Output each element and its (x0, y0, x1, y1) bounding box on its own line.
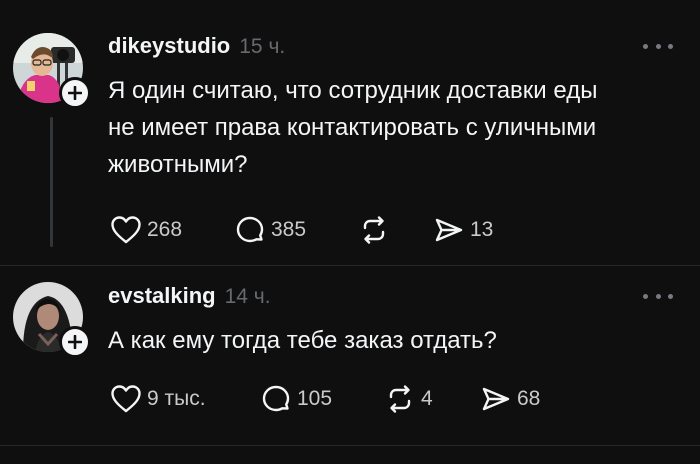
comments-count: 105 (297, 387, 333, 410)
more-options-button[interactable] (643, 36, 673, 56)
shares-count: 68 (517, 387, 541, 410)
avatar-container (13, 282, 91, 358)
username[interactable]: evstalking (108, 283, 216, 309)
repost-button[interactable] (358, 213, 395, 247)
more-dot (655, 43, 661, 49)
repost-icon (389, 385, 411, 413)
likes-count: 9 тыс. (147, 387, 206, 410)
follow-button[interactable] (59, 326, 91, 358)
username[interactable]: dikeystudio (108, 33, 230, 59)
send-icon (435, 218, 463, 242)
like-button[interactable]: 268 (110, 213, 182, 247)
post-text-line: А как ему тогда тебе заказ отдать? (108, 327, 497, 354)
thread-line (50, 117, 53, 247)
heart-icon (111, 385, 141, 413)
post-actions: 9 тыс. 105 4 68 (108, 382, 568, 416)
post-time[interactable]: 14 ч. (225, 285, 271, 309)
shares-count: 13 (470, 218, 494, 241)
send-icon (482, 387, 510, 411)
post-header: dikeystudio 15 ч. (108, 33, 285, 63)
likes-count: 268 (147, 218, 183, 241)
post-text: Я один считаю, что сотрудник доставки ед… (108, 72, 597, 183)
heart-icon (111, 216, 141, 244)
post-divider (0, 445, 700, 446)
post-time[interactable]: 15 ч. (239, 35, 285, 59)
follow-button[interactable] (59, 77, 91, 109)
post-text: А как ему тогда тебе заказ отдать? (108, 322, 497, 359)
repost-button[interactable]: 4 (384, 382, 433, 416)
post-text-line: не имеет права контактировать с уличными (108, 114, 597, 141)
share-button[interactable]: 13 (433, 213, 493, 247)
more-dot (643, 293, 648, 299)
plus-icon (68, 86, 82, 100)
post-evstalking: evstalking 14 ч. А как ему тогда тебе за… (0, 266, 700, 446)
post-dikeystudio: dikeystudio 15 ч. Я один считаю, что сот… (0, 0, 700, 270)
share-button[interactable]: 68 (480, 382, 540, 416)
more-dot (668, 43, 673, 49)
plus-icon (68, 335, 82, 349)
comment-bubble-icon (236, 216, 264, 243)
reposts-count: 4 (421, 387, 433, 410)
post-header: evstalking 14 ч. (108, 283, 271, 313)
avatar-container (13, 33, 91, 109)
more-options-button[interactable] (643, 286, 673, 306)
post-actions: 268 385 13 (108, 213, 528, 247)
comment-bubble-icon (262, 385, 290, 412)
comment-button[interactable]: 105 (260, 382, 332, 416)
repost-icon (363, 216, 385, 244)
more-dot (668, 293, 673, 299)
post-text-line: животными? (108, 151, 248, 178)
post-text-line: Я один считаю, что сотрудник доставки ед… (108, 77, 598, 104)
comment-button[interactable]: 385 (234, 213, 306, 247)
comments-count: 385 (271, 218, 307, 241)
more-dot (655, 293, 661, 299)
like-button[interactable]: 9 тыс. (110, 382, 206, 416)
more-dot (643, 43, 648, 49)
